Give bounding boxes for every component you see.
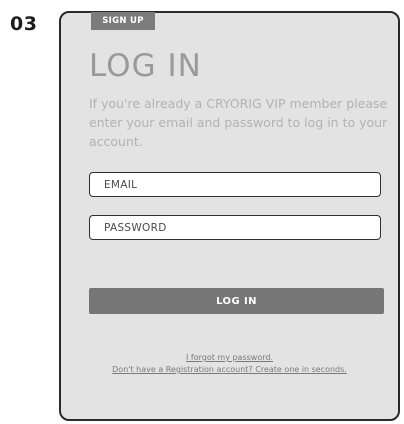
login-description: If you're already a CRYORIG VIP member p…: [89, 96, 388, 149]
help-links: I forgot my password. Don't have a Regis…: [61, 352, 398, 376]
login-button[interactable]: LOG IN: [89, 288, 384, 314]
password-field[interactable]: PASSWORD: [89, 215, 381, 240]
login-card: SIGN UP LOG IN If you're already a CRYOR…: [59, 11, 400, 421]
page-title: LOG IN: [89, 48, 202, 84]
step-number: 03: [10, 13, 38, 35]
register-link[interactable]: Don't have a Registration account? Creat…: [61, 364, 398, 376]
email-field[interactable]: EMAIL: [89, 172, 381, 197]
signup-tab[interactable]: SIGN UP: [91, 12, 155, 30]
forgot-password-link[interactable]: I forgot my password.: [61, 352, 398, 364]
